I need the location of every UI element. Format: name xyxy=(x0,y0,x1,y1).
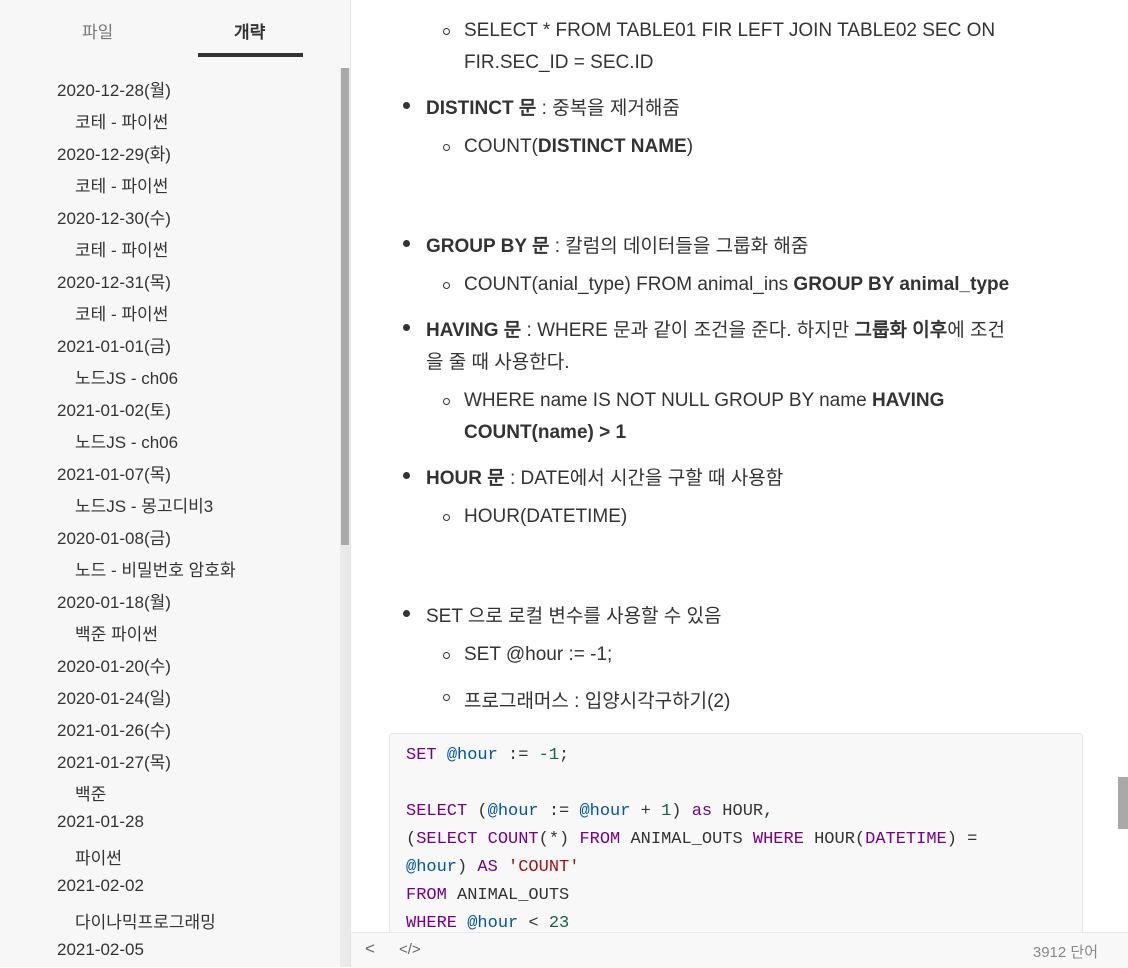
sidebar-tabs: 파일 개략 xyxy=(0,0,350,60)
having-item: HAVING 문 : WHERE 문과 같이 조건을 준다. 하지만 그룹화 이… xyxy=(426,315,1005,342)
bullet xyxy=(403,102,410,109)
outline-item[interactable]: 백준 xyxy=(75,780,106,805)
sub-bullet xyxy=(443,28,450,35)
active-tab-indicator xyxy=(198,53,303,57)
code-line: FROM ANIMAL_OUTS xyxy=(406,886,570,905)
outline-item[interactable]: 2020-01-08(금) xyxy=(57,524,171,549)
distinct-title: DISTINCT 문 xyxy=(426,98,537,119)
bullet xyxy=(403,472,410,479)
having-desc-b: 그룹화 이후 xyxy=(854,320,948,341)
code-line: @hour) AS 'COUNT' xyxy=(406,858,580,877)
sidebar: 파일 개략 2020-12-28(월) 코테 - 파이썬 2020-12-29(화)… xyxy=(0,0,351,967)
hour-desc: : DATE에서 시간을 구할 때 사용함 xyxy=(504,468,784,489)
outline-item[interactable]: 2021-01-28 xyxy=(57,812,144,832)
outline-item[interactable]: 2020-12-30(수) xyxy=(57,204,171,229)
having-desc-c: 에 조건 xyxy=(947,320,1005,341)
set-item: SET 으로 로컬 변수를 사용할 수 있음 xyxy=(426,606,722,627)
outline-item[interactable]: 코테 - 파이썬 xyxy=(75,108,168,133)
bullet xyxy=(403,324,410,331)
sub-bullet xyxy=(443,694,450,701)
groupby-ex-a: COUNT(anial_type) FROM animal_ins xyxy=(464,274,794,295)
having-ex-a: WHERE name IS NOT NULL GROUP BY name xyxy=(464,390,872,411)
having-example-line-2: COUNT(name) > 1 xyxy=(464,422,626,444)
outline-item[interactable]: 2020-12-28(월) xyxy=(57,76,171,101)
join-example-line-1: SELECT * FROM TABLE01 FIR LEFT JOIN TABL… xyxy=(464,20,996,41)
hour-example: HOUR(DATETIME) xyxy=(464,506,628,527)
distinct-desc: : 중복을 제거해줌 xyxy=(536,98,680,119)
code-block[interactable]: SET @hour := -1; SELECT (@hour := @hour … xyxy=(389,733,1083,932)
outline-item[interactable]: 2021-01-07(목) xyxy=(57,460,171,485)
outline-item[interactable]: 노드JS - ch06 xyxy=(75,364,178,389)
outline-item[interactable]: 백준 파이썬 xyxy=(75,620,158,645)
distinct-ex-a: COUNT( xyxy=(464,136,538,157)
code-line: SET @hour := -1; xyxy=(406,746,570,765)
outline-item[interactable]: 2020-01-20(수) xyxy=(57,652,171,677)
sub-bullet xyxy=(443,514,450,521)
outline-item[interactable]: 2020-01-24(일) xyxy=(57,684,171,709)
outline-item[interactable]: 노드 - 비밀번호 암호화 xyxy=(75,556,236,581)
outline-item[interactable]: 코테 - 파이썬 xyxy=(75,172,168,197)
having-ex-b: HAVING xyxy=(871,390,945,411)
having-title: HAVING 문 xyxy=(426,320,522,341)
outline-item[interactable]: 2021-02-02 xyxy=(57,876,144,896)
code-line: WHERE @hour < 23 xyxy=(406,914,570,932)
groupby-example: COUNT(anial_type) FROM animal_ins GROUP … xyxy=(464,274,1009,296)
outline-item[interactable]: 2020-12-29(화) xyxy=(57,140,171,165)
back-button[interactable]: < xyxy=(365,939,375,959)
outline-item[interactable]: 2020-12-31(목) xyxy=(57,268,171,293)
sidebar-scrollbar-thumb[interactable] xyxy=(341,68,349,545)
outline-item[interactable]: 2021-01-02(토) xyxy=(57,396,171,421)
tab-files[interactable]: 파일 xyxy=(82,18,113,43)
outline-item[interactable]: 2021-01-27(목) xyxy=(57,748,171,773)
outline-item[interactable]: 다이나믹프로그래밍 xyxy=(75,908,216,933)
groupby-desc: : 칼럼의 데이터들을 그룹화 해줌 xyxy=(549,236,809,257)
having-item-line-2: 을 줄 때 사용한다. xyxy=(426,352,570,373)
hour-item: HOUR 문 : DATE에서 시간을 구할 때 사용함 xyxy=(426,463,783,490)
join-example-line-2: FIR.SEC_ID = SEC.ID xyxy=(464,52,654,73)
outline-item[interactable]: 2020-01-18(월) xyxy=(57,588,171,613)
source-mode-icon[interactable]: </> xyxy=(399,941,421,958)
outline-item[interactable]: 2021-01-26(수) xyxy=(57,716,171,741)
word-count[interactable]: 3912 단어 xyxy=(1033,941,1098,962)
outline-item[interactable]: 파이썬 xyxy=(75,844,122,869)
status-bar: < </> 3912 단어 xyxy=(351,932,1128,968)
bullet xyxy=(403,240,410,247)
outline-item[interactable]: 노드JS - 몽고디비3 xyxy=(75,492,213,517)
distinct-ex-c: ) xyxy=(686,136,694,157)
groupby-title: GROUP BY 문 xyxy=(426,236,550,257)
set-example: SET @hour := -1; xyxy=(464,644,613,665)
outline-item[interactable]: 노드JS - ch06 xyxy=(75,428,178,453)
distinct-example: COUNT(DISTINCT NAME) xyxy=(464,136,693,158)
distinct-ex-b: DISTINCT NAME xyxy=(537,136,687,157)
document-scrollbar-thumb[interactable] xyxy=(1118,777,1128,829)
code-line: SELECT (@hour := @hour + 1) as HOUR, xyxy=(406,802,774,821)
outline-item[interactable]: 2021-01-01(금) xyxy=(57,332,171,357)
outline-item[interactable]: 2021-02-05 xyxy=(57,940,144,960)
outline-item[interactable]: 코테 - 파이썬 xyxy=(75,300,168,325)
hour-title: HOUR 문 xyxy=(426,468,505,489)
distinct-item: DISTINCT 문 : 중복을 제거해줌 xyxy=(426,93,680,120)
document-area[interactable]: SELECT * FROM TABLE01 FIR LEFT JOIN TABL… xyxy=(351,0,1128,932)
having-ex-2: COUNT(name) > 1 xyxy=(464,422,627,443)
sub-bullet xyxy=(443,144,450,151)
having-desc-a: : WHERE 문과 같이 조건을 준다. 하지만 xyxy=(521,320,855,341)
tab-outline[interactable]: 개략 xyxy=(234,18,265,43)
outline-item[interactable]: 코테 - 파이썬 xyxy=(75,236,168,261)
bullet xyxy=(403,610,410,617)
having-example: WHERE name IS NOT NULL GROUP BY name HAV… xyxy=(464,390,944,412)
sub-bullet xyxy=(443,282,450,289)
groupby-item: GROUP BY 문 : 칼럼의 데이터들을 그룹화 해줌 xyxy=(426,231,808,258)
sub-bullet xyxy=(443,398,450,405)
sub-bullet xyxy=(443,652,450,659)
programmers-item: 프로그래머스 : 입양시각구하기(2) xyxy=(464,691,731,712)
code-line: (SELECT COUNT(*) FROM ANIMAL_OUTS WHERE … xyxy=(406,830,978,849)
groupby-ex-b: GROUP BY animal_type xyxy=(793,274,1010,295)
